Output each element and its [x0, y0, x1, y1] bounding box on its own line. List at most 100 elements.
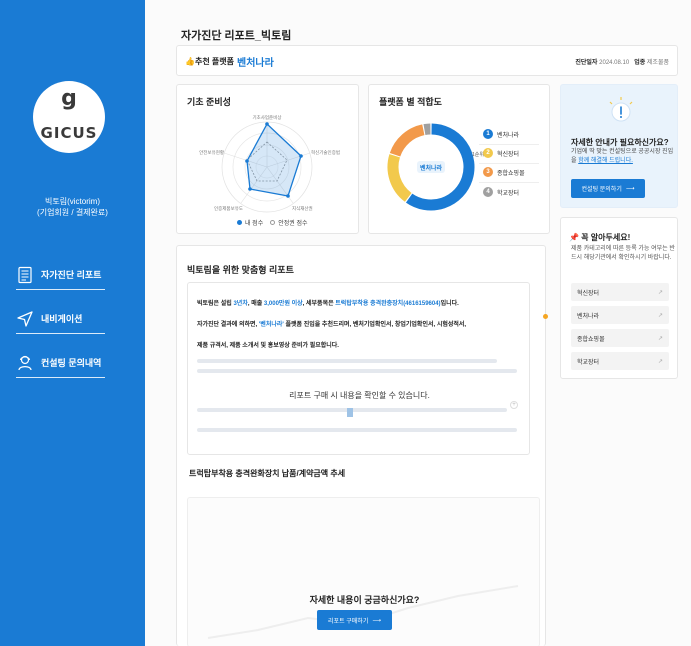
legend-dot-mine [237, 220, 242, 225]
radar-legend: 내 점수 안정권 점수 [237, 218, 308, 227]
platform-fit-card: 플랫폼 별 적합도 벤처나라 1순위 1 벤처나라 2 혁신장터 3 종합쇼핑몰… [368, 84, 550, 234]
donut-slice-2 [387, 154, 412, 202]
rank-badge: 2 [483, 148, 493, 158]
consulting-help-card: 자세한 안내가 필요하신가요? 기업에 딱 맞는 컨설팅으로 공공시장 진입을 … [560, 84, 678, 208]
report-body: 빅토림은 설립 3년차, 매출 3,000만원 이상, 세부품목은 트럭탑부착용… [187, 282, 530, 455]
recommend-meta: 진단일자 2024.08.10 업종 제조물품 [575, 57, 669, 66]
radar-axis-label: 지식재산권 [292, 205, 313, 212]
scroll-indicator-dot [543, 314, 548, 319]
notice-link-school-market[interactable]: 학교장터 ↗ [571, 352, 669, 370]
external-link-icon: ↗ [657, 289, 663, 296]
divider [479, 163, 539, 164]
legend-avg: 안정권 점수 [278, 221, 308, 227]
industry-label: 업종 [634, 60, 646, 66]
sidebar: g GICUS 빅토림(victorim) (기업회원 / 결제완료) 자가진단… [0, 0, 145, 646]
nav-label: 컨설팅 문의내역 [41, 358, 102, 368]
report-line-1: 빅토림은 설립 3년차, 매출 3,000만원 이상, 세부품목은 트럭탑부착용… [197, 301, 459, 307]
external-link-icon: ↗ [657, 312, 663, 319]
readiness-card: 기초 준비성 기초사업준비상 혁신기술인증범 지식재산권 인증제품보유도 안전보… [176, 84, 359, 234]
platform-item-2: 2 혁신장터 [483, 148, 519, 158]
logo-text: GICUS [40, 124, 98, 142]
blurred-text [197, 428, 517, 432]
buy-report-button[interactable]: 리포트 구매하기 ⟶ [317, 610, 392, 630]
radar-chart: 기초사업준비상 혁신기술인증범 지식재산권 인증제품보유도 안전보유현황 [199, 114, 340, 213]
date-label: 진단일자 [575, 60, 598, 66]
button-label: 리포트 구매하기 [328, 618, 369, 625]
report-title: 빅토림을 위한 맞춤형 리포트 [187, 265, 294, 275]
platform-item-4: 4 학교장터 [483, 187, 519, 197]
main-content: 자가진단 리포트_빅토림 👍추천 플랫폼 벤처나라 진단일자 2024.08.1… [145, 0, 691, 646]
recommend-platform: 벤처나라 [237, 58, 274, 69]
button-label: 컨설팅 문의하기 [581, 187, 622, 193]
divider [479, 144, 539, 145]
platform-item-3: 3 종합쇼핑몰 [483, 167, 525, 177]
navigation-icon [17, 310, 33, 327]
gicus-logo[interactable]: g GICUS [33, 81, 105, 153]
link-label: 학교장터 [577, 359, 600, 366]
lock-marker [347, 408, 353, 417]
consulting-inquiry-button[interactable]: 컨설팅 문의하기 ⟶ [571, 179, 645, 198]
rank-badge: 4 [483, 187, 493, 197]
industry-value: 제조물품 [646, 60, 669, 66]
radar-axis-label: 인증제품보유도 [214, 205, 243, 212]
donut-slice-3 [389, 124, 425, 157]
legend-mine: 내 점수 [245, 221, 264, 227]
platform-donut-chart [387, 123, 475, 211]
rank-badge: 3 [483, 167, 493, 177]
arrow-right-icon: ⟶ [625, 186, 635, 192]
radar-axis-label: 기초사업준비상 [253, 114, 282, 121]
notice-link-venture-nara[interactable]: 벤처나라 ↗ [571, 306, 669, 324]
help-text-link[interactable]: 함께 해결해 드립니다. [578, 158, 633, 164]
report-icon [18, 266, 32, 283]
user-membership: (기업회원 / 결제완료) [37, 208, 108, 217]
trend-chart-locked: 자세한 내용이 궁금하신가요? 리포트 구매하기 ⟶ [187, 497, 540, 646]
recommend-label: 👍추천 플랫폼 [185, 57, 234, 66]
date-value: 2024.08.10 [599, 60, 630, 66]
nav-item-consulting-history[interactable]: 컨설팅 문의내역 [16, 348, 105, 378]
recommend-bar: 👍추천 플랫폼 벤처나라 진단일자 2024.08.10 업종 제조물품 [176, 45, 678, 76]
donut-slice-4 [423, 123, 431, 136]
arrow-right-icon: ⟶ [372, 617, 381, 624]
rank-badge: 1 [483, 129, 493, 139]
lightbulb-icon [609, 97, 633, 122]
platform-name: 혁신장터 [497, 151, 520, 158]
link-label: 혁신장터 [577, 290, 600, 297]
external-link-icon: ↗ [657, 335, 663, 342]
plus-icon: + [510, 401, 518, 409]
report-line-3: 제품 규격서, 제품 소개서 및 홍보영상 준비가 필요합니다. [197, 343, 339, 349]
radar-axis-label: 안전보유현황 [199, 149, 224, 156]
notice-title: 📌 꼭 알아두세요! [569, 233, 631, 242]
platform-name: 종합쇼핑몰 [497, 170, 525, 177]
platform-name: 벤처나라 [497, 132, 520, 139]
blurred-text [197, 369, 517, 373]
radar-axis-label: 혁신기술인증범 [311, 149, 340, 156]
platform-item-1: 1 벤처나라 [483, 129, 519, 139]
notice-card: 📌 꼭 알아두세요! 제품 카테고리에 따른 등록 가능 여부는 반드시 해당기… [560, 217, 678, 379]
donut-center-label: 벤처나라 [417, 161, 445, 173]
platform-name: 학교장터 [497, 190, 520, 197]
cta-title: 자세한 내용이 궁금하신가요? [309, 595, 420, 605]
logo-mark: g [61, 86, 77, 111]
link-label: 종합쇼핑몰 [577, 336, 605, 343]
page-title: 자가진단 리포트_빅토림 [181, 30, 292, 42]
help-text: 기업에 딱 맞는 컨설팅으로 공공시장 진입을 함께 해결해 드립니다. [571, 148, 675, 166]
locked-content-message: 리포트 구매 시 내용을 확인할 수 있습니다. [289, 391, 430, 400]
custom-report-card: 빅토림을 위한 맞춤형 리포트 빅토림은 설립 3년차, 매출 3,000만원 … [176, 245, 546, 646]
nav-item-self-diagnosis-report[interactable]: 자가진단 리포트 [16, 260, 105, 290]
notice-text: 제품 카테고리에 따른 등록 가능 여부는 반드시 해당기관에서 확인하시기 바… [571, 246, 675, 261]
notice-link-shopping-mall[interactable]: 종합쇼핑몰 ↗ [571, 329, 669, 347]
nav-item-navigation[interactable]: 내비게이션 [16, 304, 105, 334]
legend-dot-avg [270, 220, 276, 225]
consultant-icon [18, 355, 32, 370]
nav-label: 자가진단 리포트 [41, 270, 102, 280]
help-title: 자세한 안내가 필요하신가요? [571, 138, 669, 147]
trend-title: 트럭탑부착용 충격완화장치 납품/계약금액 추세 [189, 469, 346, 478]
link-label: 벤처나라 [577, 313, 600, 320]
blurred-text [197, 359, 497, 363]
divider [479, 182, 539, 183]
report-line-2: 자가진단 결과에 의하면, '벤처나라' 플랫폼 진입을 추천드리며, 벤처기업… [197, 322, 467, 328]
user-name: 빅토림(victorim) [45, 197, 100, 206]
notice-link-innovation-market[interactable]: 혁신장터 ↗ [571, 283, 669, 301]
external-link-icon: ↗ [657, 358, 663, 365]
nav-label: 내비게이션 [41, 314, 83, 324]
